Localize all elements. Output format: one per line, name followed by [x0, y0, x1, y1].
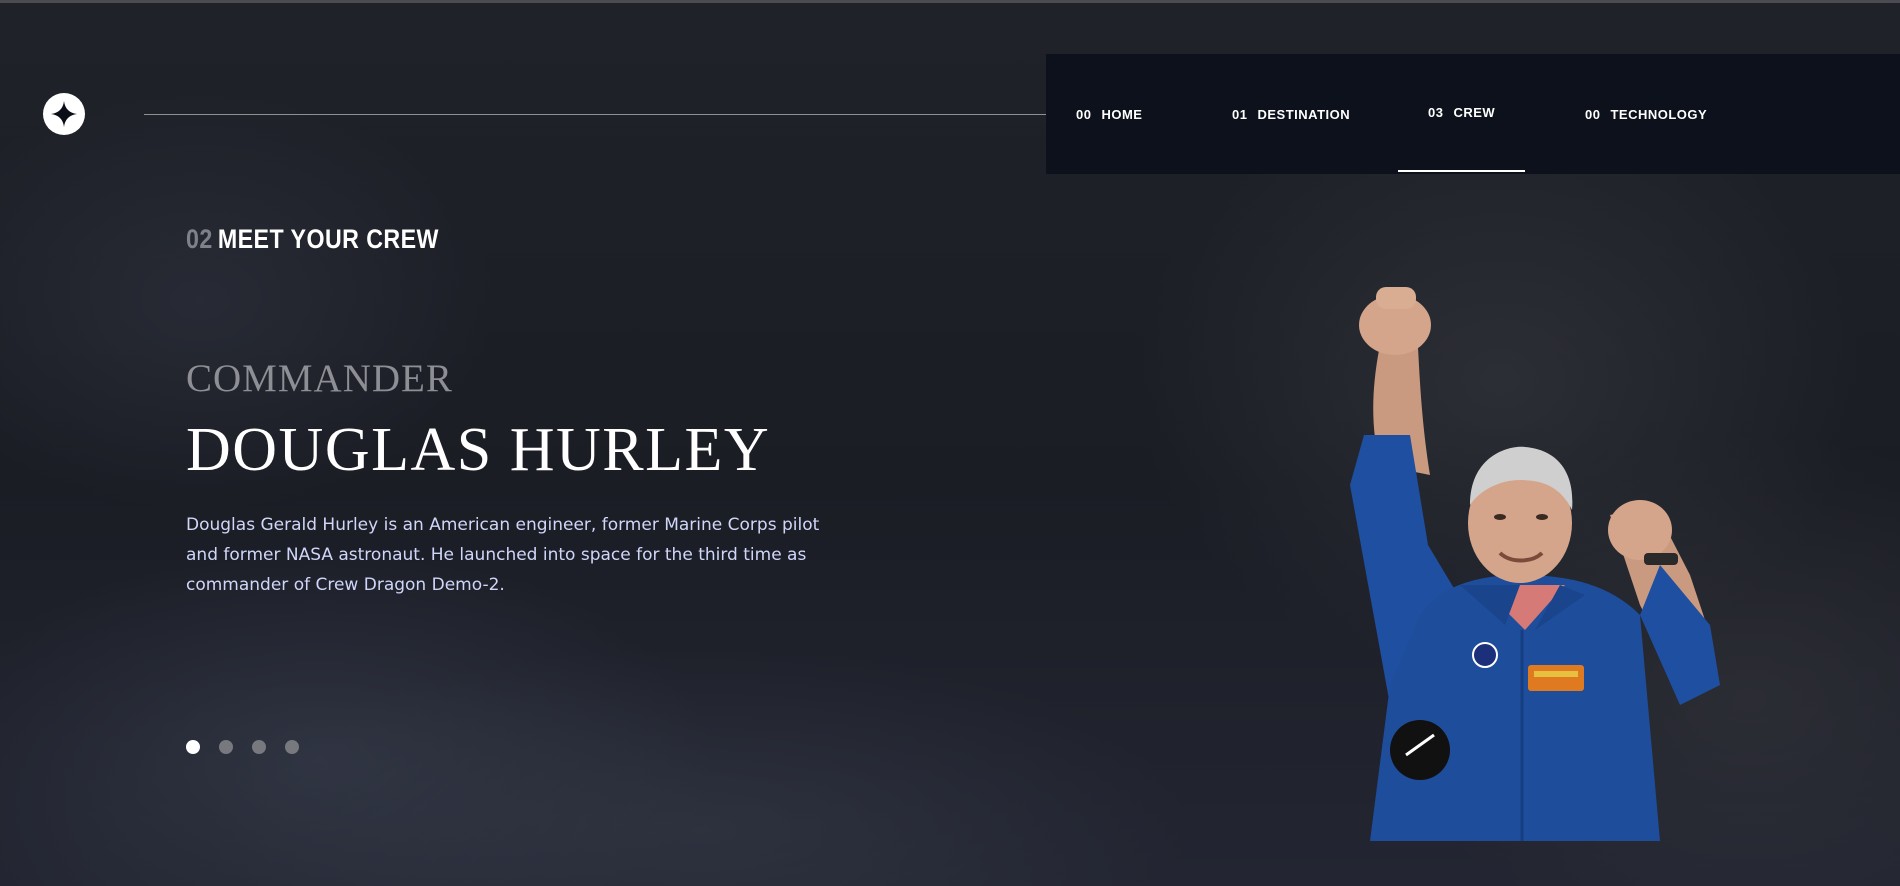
nav-item-label: CREW [1453, 104, 1496, 120]
page-eyebrow: 02 MEET YOUR CREW [186, 224, 439, 255]
star-logo-icon [51, 101, 77, 127]
carousel-dot[interactable] [252, 740, 266, 754]
main-navigation: 00 HOME 01 DESTINATION 03 CREW 00 TECHNO… [1046, 54, 1900, 174]
nav-item-home[interactable]: 00 HOME [1076, 54, 1142, 174]
nav-item-destination[interactable]: 01 DESTINATION [1232, 54, 1350, 174]
nav-item-number: 01 [1232, 106, 1248, 122]
crew-photo [1350, 287, 1720, 841]
carousel-dot[interactable] [219, 740, 233, 754]
logo-icon[interactable] [43, 93, 85, 135]
nav-item-number: 00 [1585, 106, 1601, 122]
nav-item-technology[interactable]: 00 TECHNOLOGY [1585, 54, 1707, 174]
eyebrow-number: 02 [186, 224, 213, 254]
nav-item-number: 03 [1428, 104, 1444, 120]
nav-item-label: TECHNOLOGY [1610, 106, 1708, 122]
nav-item-number: 00 [1076, 106, 1092, 122]
carousel-dot[interactable] [186, 740, 200, 754]
crew-name: DOUGLAS HURLEY [186, 416, 771, 484]
crew-role: COMMANDER [186, 357, 453, 400]
nav-item-label: DESTINATION [1257, 106, 1351, 122]
carousel-dot[interactable] [285, 740, 299, 754]
crew-carousel-dots [186, 740, 299, 754]
nav-item-label: HOME [1101, 106, 1143, 122]
browser-top-edge [0, 0, 1900, 3]
header-divider-line [144, 114, 1056, 115]
crew-bio: Douglas Gerald Hurley is an American eng… [186, 515, 820, 595]
eyebrow-title: MEET YOUR CREW [217, 224, 439, 254]
nav-item-crew[interactable]: 03 CREW [1397, 52, 1526, 172]
